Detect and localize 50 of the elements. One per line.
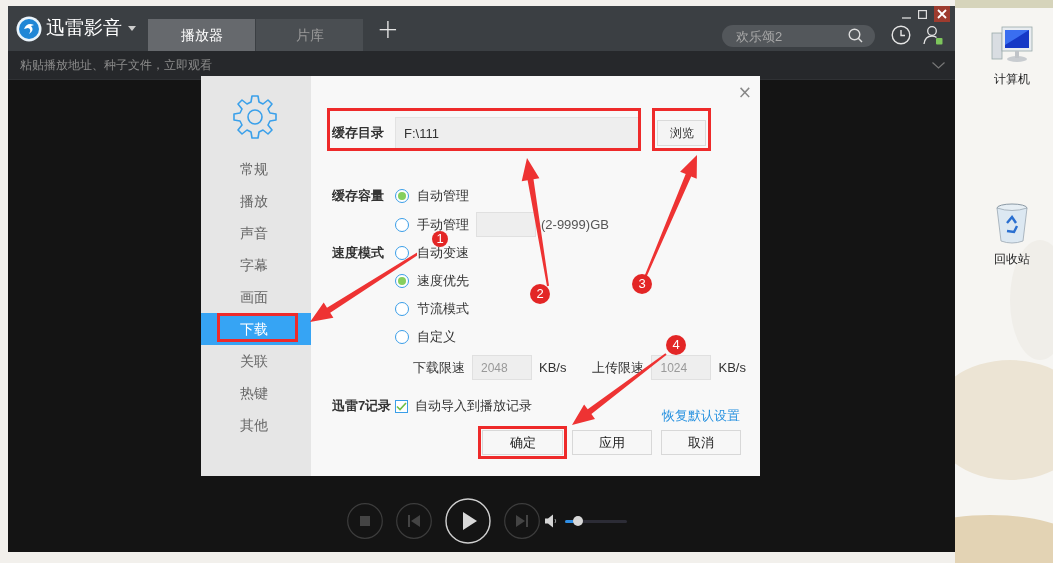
dialog-button[interactable]: 取消 <box>661 430 741 455</box>
unit-label: (2-9999)GB <box>541 215 609 234</box>
new-tab-button[interactable]: + <box>377 15 399 42</box>
computer-icon[interactable] <box>990 25 1034 65</box>
search-field[interactable]: 欢乐颂2 <box>722 25 875 47</box>
input-field[interactable] <box>476 212 536 237</box>
desktop-icon-label[interactable]: 计算机 <box>994 70 1030 88</box>
sidebar-item[interactable]: 热键 <box>201 377 311 409</box>
clock-icon[interactable] <box>891 24 911 45</box>
app-title: 迅雷影音 <box>46 16 122 41</box>
field-label: 迅雷7记录 <box>332 397 393 415</box>
field-label: 缓存目录 <box>332 124 385 143</box>
restore-defaults-link[interactable]: 恢复默认设置 <box>662 406 740 426</box>
recycle-bin-icon[interactable] <box>995 203 1029 245</box>
play-button[interactable] <box>445 498 491 544</box>
tab[interactable]: 片库 <box>256 19 363 51</box>
radio-option[interactable]: 自定义 <box>395 323 469 351</box>
volume-icon[interactable] <box>545 514 559 528</box>
volume-slider[interactable] <box>565 515 627 527</box>
highlight-frame <box>652 108 711 151</box>
sidebar-item[interactable]: 画面 <box>201 281 311 313</box>
sidebar-item[interactable]: 常规 <box>201 153 311 185</box>
user-icon[interactable] <box>923 24 943 45</box>
logo-icon <box>16 15 42 42</box>
import-checkbox[interactable]: 自动导入到播放记录 <box>395 396 532 416</box>
sidebar-item[interactable]: 字幕 <box>201 249 311 281</box>
caret-icon[interactable] <box>128 26 136 31</box>
browse-button[interactable]: 浏览 <box>657 120 706 146</box>
radio-option[interactable]: 自动管理 <box>395 181 609 210</box>
tab[interactable]: 播放器 <box>148 19 255 51</box>
sidebar-item[interactable]: 播放 <box>201 185 311 217</box>
checkmark-icon <box>396 401 407 411</box>
chevron-down-icon[interactable] <box>932 61 945 69</box>
field-label: 速度模式 <box>332 244 385 262</box>
unit-label: KB/s <box>718 358 746 377</box>
input-field[interactable]: F:\111 <box>395 117 640 149</box>
sidebar-item[interactable]: 关联 <box>201 345 311 377</box>
desktop-icon-label[interactable]: 回收站 <box>994 250 1030 268</box>
field-label: 缓存容量 <box>332 187 385 205</box>
field-label: 下载限速 <box>413 358 465 377</box>
sidebar-item[interactable]: 声音 <box>201 217 311 249</box>
gear-icon <box>232 94 278 140</box>
unit-label: KB/s <box>539 358 567 377</box>
dialog-button[interactable]: 应用 <box>572 430 652 455</box>
maximize-icon[interactable] <box>918 9 927 19</box>
close-button[interactable]: × <box>737 80 752 106</box>
close-icon[interactable] <box>934 6 950 22</box>
search-icon[interactable] <box>848 27 863 43</box>
address-bar[interactable]: 粘贴播放地址、种子文件，立即观看 <box>8 51 955 80</box>
sidebar-item[interactable]: 其他 <box>201 409 311 441</box>
